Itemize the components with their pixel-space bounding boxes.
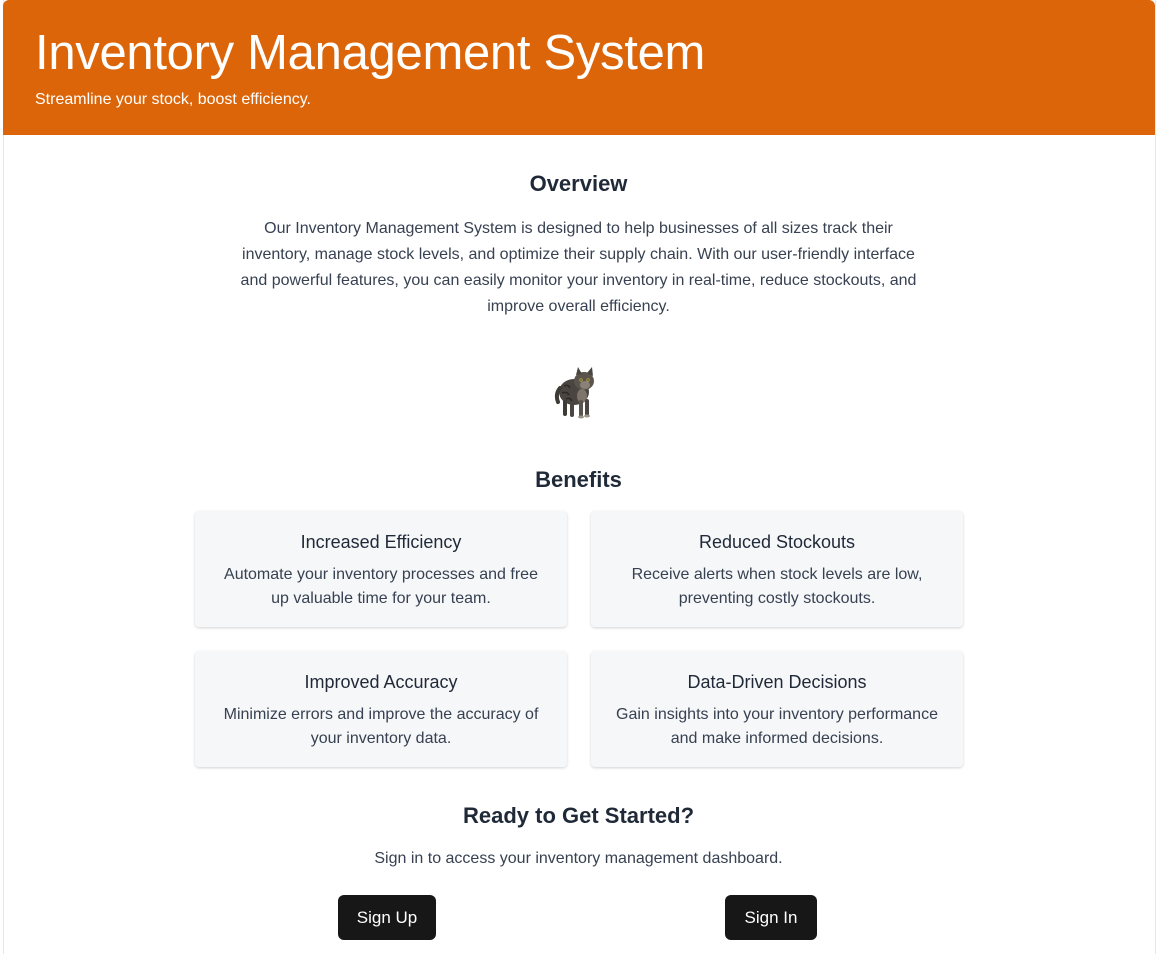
benefit-card-decisions: Data-Driven Decisions Gain insights into… [591,651,963,767]
benefits-heading: Benefits [535,467,622,492]
overview-text: Our Inventory Management System is desig… [240,220,917,315]
benefit-card-stockouts: Reduced Stockouts Receive alerts when st… [591,511,963,627]
benefit-title: Data-Driven Decisions [687,672,867,692]
page-title: Inventory Management System [35,26,706,80]
benefit-title: Reduced Stockouts [698,532,856,552]
benefit-text: Automate your inventory processes and fr… [224,566,538,607]
benefit-title: Improved Accuracy [304,672,458,692]
benefit-text: Receive alerts when stock levels are low… [631,566,923,607]
sign-up-button[interactable]: Sign Up [338,895,436,940]
benefit-card-accuracy: Improved Accuracy Minimize errors and im… [195,651,567,767]
benefit-text: Gain insights into your inventory perfor… [616,706,938,747]
benefit-title: Increased Efficiency [300,532,462,552]
cta-text: Sign in to access your inventory managem… [374,850,783,867]
page-subtitle: Streamline your stock, boost efficiency. [35,91,311,108]
cat-image [554,366,598,420]
overview-heading: Overview [529,171,628,196]
page-header: Inventory Management System Streamline y… [3,0,1155,135]
sign-in-button[interactable]: Sign In [725,895,817,940]
benefit-card-efficiency: Increased Efficiency Automate your inven… [195,511,567,627]
cta-heading: Ready to Get Started? [462,803,695,828]
benefit-text: Minimize errors and improve the accuracy… [223,706,539,747]
